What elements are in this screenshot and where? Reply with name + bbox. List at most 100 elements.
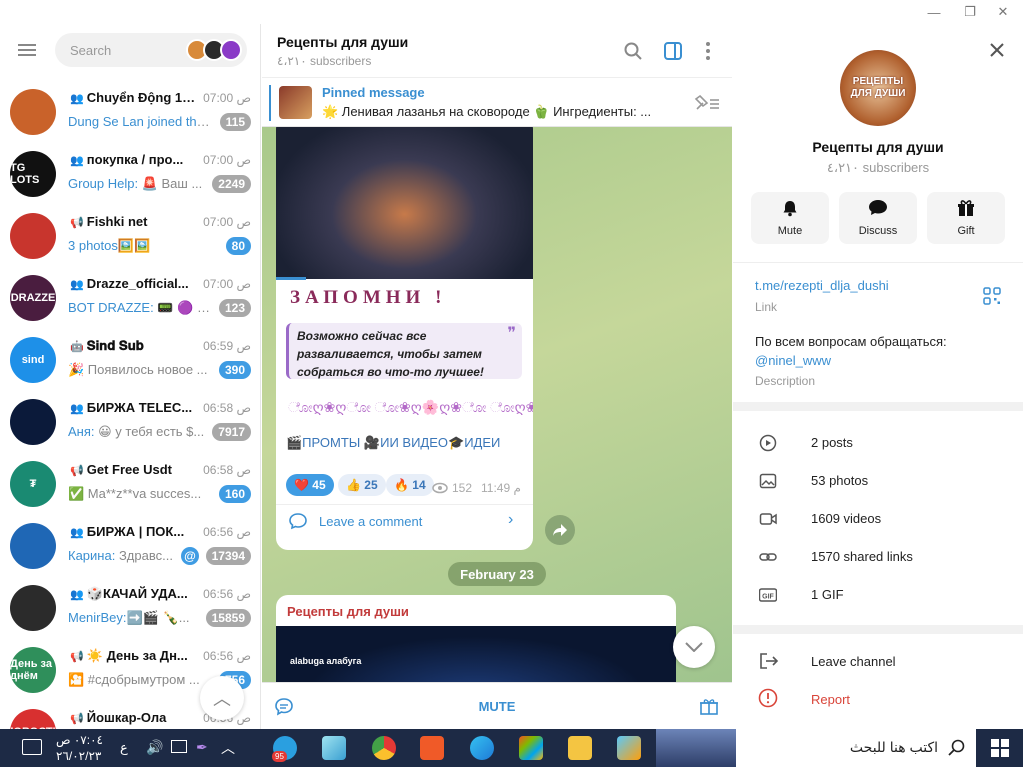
pinned-message-bar[interactable]: Pinned message 🌟 Ленивая лазанья на сков… [262,79,732,127]
stat-row[interactable]: 53 photos [733,462,1023,500]
chat-name-text: Fishki net [86,214,148,229]
notification-icon[interactable] [22,739,42,755]
discuss-button[interactable]: Discuss [839,192,917,244]
network-icon[interactable] [171,740,187,753]
edge-icon[interactable] [470,736,494,760]
chat-title: Рецепты для души [277,34,409,50]
menu-icon[interactable] [18,44,36,56]
group-type-icon: 👥 [70,93,87,105]
discuss-icon[interactable] [274,697,294,717]
chat-avatar [10,585,56,631]
qr-code-icon[interactable] [983,287,1001,305]
scroll-up-button[interactable]: ︿ [200,676,244,720]
mute-button[interactable]: Mute [751,192,829,244]
search-banner-image[interactable] [656,729,736,767]
info-section: РЕЦЕПТЫ ДЛЯ ДУШИ Рецепты для души ٤،٢١٠ … [733,24,1023,402]
leave-comment-button[interactable]: Leave a comment [319,514,422,529]
close-icon[interactable] [989,42,1005,58]
app-icon[interactable] [322,736,346,760]
chat-list-item[interactable]: ₮ 📢 Get Free Usdt ص 06:58 ✅ Ma**z**va succe… [0,454,260,516]
stat-label: 1609 videos [811,511,882,526]
preview-text: 🎉 Появилось новое ... [68,362,208,377]
store-icon[interactable] [519,736,543,760]
chat-name-text: БИРЖА TELEC... [86,400,193,415]
chevron-right-icon[interactable]: › [508,511,513,529]
divider [276,504,533,505]
description-user-link[interactable]: @ninel_www [755,353,831,368]
chat-time: ص 06:56 [203,649,251,663]
channel-avatar[interactable]: РЕЦЕПТЫ ДЛЯ ДУШИ [840,50,916,126]
chat-list-item[interactable]: TG LOTS 👥 покупка / про... ص 07:00 Group He… [0,144,260,206]
clock-date[interactable]: ٢٦/٠٢/٢٣ [56,749,101,763]
stat-row[interactable]: GIF 1 GIF [733,576,1023,614]
chat-list-item[interactable]: sind 🤖 𝐒𝐢𝐧𝐝 𝐒𝐮𝐛 ص 06:59 🎉 Появилось новое .… [0,330,260,392]
game-icon[interactable] [617,736,641,760]
channel-link[interactable]: t.me/rezepti_dlja_dushi [755,278,889,293]
gift-button[interactable]: Gift [927,192,1005,244]
gif-icon: GIF [758,586,778,604]
chat-name: 👥 Chuyển Động 12h [70,90,196,105]
chat-list-item[interactable]: 👥 БИРЖА | ПОК... ص 06:56 Карина: Здравс...… [0,516,260,578]
message-area[interactable]: ЗАПОМНИ ! Возможно сейчас все разваливае… [262,127,732,682]
report-button[interactable]: Report [811,692,850,707]
preview-sender: Аня: [68,424,95,439]
volume-icon[interactable]: 🔊 [146,739,163,756]
stat-row[interactable]: 1570 shared links [733,538,1023,576]
post-image[interactable]: alabuga алабуга [276,626,676,682]
post-links[interactable]: 🎬ПРОМТЫ 🎥ИИ ВИДЕО🎓ИДЕИ [286,435,500,451]
reaction-count: 45 [312,478,326,492]
chat-preview: MenirBey:➡️🎬 🍾... [68,610,212,626]
chat-name-text: БИРЖА | ПОК... [86,524,185,539]
post-video[interactable] [276,127,533,279]
brave-icon[interactable] [420,736,444,760]
bot-type-icon: 🤖 [70,341,87,353]
file-explorer-icon[interactable] [568,736,592,760]
chat-time: ص 06:59 [203,339,251,353]
avatar-label: DRAZZE [10,292,56,304]
chat-name: 📢 Fishki net [70,214,196,229]
reaction-button[interactable]: 👍 25 [338,474,386,496]
group-type-icon: 👥 [70,403,87,415]
chat-list-item[interactable]: 📢 Fishki net ص 07:00 3 photos🖼️🖼️ 80 [0,206,260,268]
reaction-button[interactable]: 🔥 14 [386,474,434,496]
reaction-button[interactable]: ❤️ 45 [286,474,334,496]
chrome-icon[interactable] [372,736,396,760]
pen-icon[interactable]: ✒ [196,739,208,756]
stat-row[interactable]: 2 posts [733,424,1023,462]
scroll-down-button[interactable] [673,626,715,668]
gift-icon[interactable] [699,696,719,716]
search-icon[interactable] [624,42,642,60]
share-button[interactable] [545,515,575,545]
button-label: Mute [777,225,803,237]
chat-time: ص 06:56 [203,587,251,601]
views-icon [432,482,448,494]
clock-time[interactable]: ٠٧:٠٤ ص [56,733,103,747]
group-type-icon: 👥 [70,589,87,601]
chat-list-item[interactable]: 👥 🎲КАЧАЙ УДА... ص 06:56 MenirBey:➡️🎬 🍾... 1… [0,578,260,640]
leave-channel-button[interactable]: Leave channel [811,654,896,669]
story-avatar[interactable] [220,39,242,61]
more-options-icon[interactable] [705,41,711,61]
chat-list-item[interactable]: 👥 БИРЖА TELEC... ص 06:58 Аня: 😀 у тебя ест… [0,392,260,454]
restore-button[interactable]: ❐ [955,0,985,24]
language-indicator[interactable]: ع [120,740,128,756]
pinned-label: Pinned message [322,85,425,100]
chevron-up-icon[interactable]: ︿ [221,738,235,758]
chat-list-item[interactable]: 👥 Chuyển Động 12h ص 07:00 Dung Se Lan join… [0,82,260,144]
preview-text: Здравс... [115,548,173,563]
minimize-button[interactable]: — [919,0,949,24]
chat-avatar: День за днём [10,647,56,693]
windows-start-icon[interactable] [991,739,1009,757]
quote-text: Возможно сейчас все разваливается, чтобы… [297,329,484,379]
posts-icon [759,434,777,452]
stat-row[interactable]: 1609 videos [733,500,1023,538]
pinned-list-icon[interactable] [694,92,720,112]
close-window-button[interactable]: ✕ [988,0,1018,24]
chat-subscribers: ٤،٢١٠ subscribers [277,54,372,68]
chat-header[interactable]: Рецепты для души ٤،٢١٠ subscribers [262,24,732,78]
preview-text: 🚨 Ваш ... [138,176,203,191]
taskbar-search-box[interactable]: اكتب هنا للبحث [736,729,976,767]
sidebar-toggle-icon[interactable] [663,41,683,61]
mute-button[interactable]: MUTE [472,699,522,714]
chat-list-item[interactable]: DRAZZE 👥 Drazze_official... ص 07:00 BOT DRA… [0,268,260,330]
